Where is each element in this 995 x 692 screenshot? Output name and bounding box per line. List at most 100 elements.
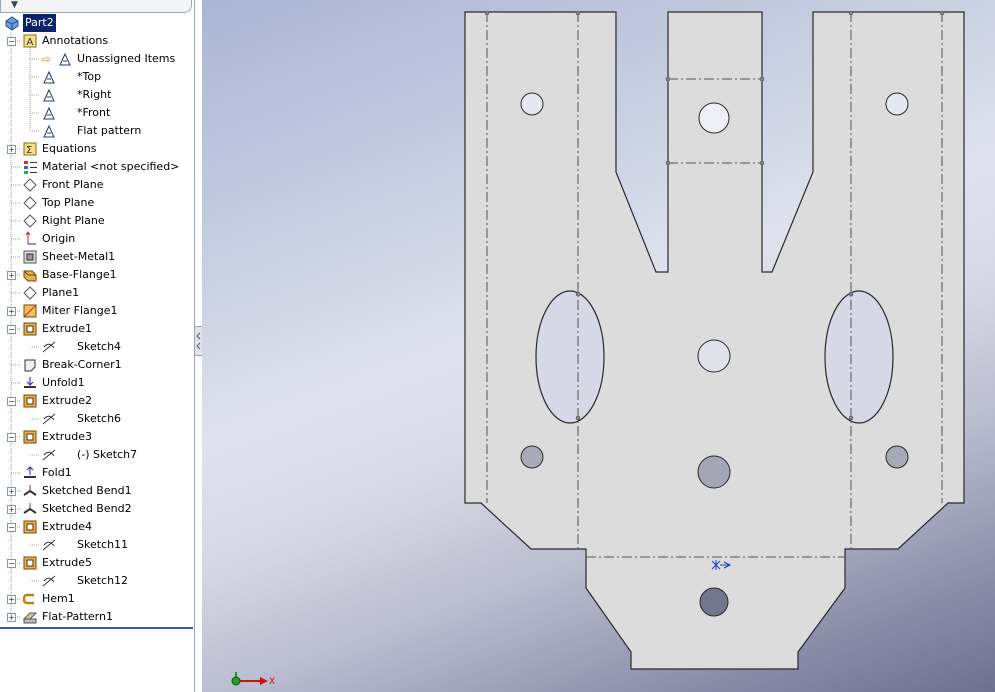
flat-pattern-icon [22,612,38,624]
tree-item-right-plane[interactable]: Right Plane [0,212,194,230]
fold-icon [24,466,36,478]
tree-item-origin[interactable]: Origin [0,230,194,248]
tree-item-label: Sketch12 [77,574,129,587]
tree-item-sketch6[interactable]: Sketch6 [0,410,194,428]
tree-item-hem1[interactable]: + Hem1 [0,590,194,608]
tree-item-extrude1[interactable]: − Extrude1 [0,320,194,338]
expand-icon[interactable]: + [7,595,16,604]
annotation-view-icon [59,52,71,66]
tree-item-sketch7[interactable]: (-) Sketch7 [0,446,194,464]
tree-item-front[interactable]: *Front [0,104,194,122]
expand-icon[interactable]: + [7,613,16,622]
tree-item-annotations[interactable]: − A Annotations [0,32,194,50]
extrude-icon [23,322,37,336]
tree-item-label: Flat pattern [77,124,142,137]
rollback-bar[interactable] [0,627,193,629]
svg-text:A: A [27,37,34,48]
tree-item-label: Origin [42,232,76,245]
tree-item-label: Flat-Pattern1 [42,610,113,623]
annotation-view-icon [43,70,55,84]
tree-item-fold1[interactable]: Fold1 [0,464,194,482]
break-corner-icon [24,359,36,372]
part-name-label: Part2 [23,14,56,32]
active-arrow-icon: ⇨ [41,52,52,66]
hem-icon [22,593,34,605]
plane-icon [23,214,37,228]
tree-item-label: Extrude4 [42,520,93,533]
tree-item-label: (-) Sketch7 [77,448,138,461]
graphics-area[interactable] [202,0,995,692]
tree-item-flat-pattern[interactable]: Flat pattern [0,122,194,140]
tree-item-extrude3[interactable]: − Extrude3 [0,428,194,446]
tree-item-miter-flange1[interactable]: + Miter Flange1 [0,302,194,320]
tree-item-extrude2[interactable]: − Extrude2 [0,392,194,410]
reference-triad: X [231,672,275,687]
tree-item-label: Fold1 [42,466,72,479]
sketch-icon [42,539,56,551]
tree-item-sketched-bend2[interactable]: + Sketched Bend2 [0,500,194,518]
flat-pattern-part[interactable] [202,0,995,692]
miter-flange-icon [23,304,37,318]
tree-item-label: Base-Flange1 [42,268,117,281]
expand-icon[interactable]: + [7,145,16,154]
tree-item-plane1[interactable]: Plane1 [0,284,194,302]
collapse-icon[interactable]: − [7,397,16,406]
tree-item-sketch12[interactable]: Sketch12 [0,572,194,590]
tree-item-label: Sketched Bend2 [42,502,132,515]
tree-item-extrude4[interactable]: − Extrude4 [0,518,194,536]
tree-item-front-plane[interactable]: Front Plane [0,176,194,194]
tree-item-label: Unfold1 [42,376,85,389]
tree-item-base-flange1[interactable]: + Base-Flange1 [0,266,194,284]
tree-item-label: Sketch6 [77,412,122,425]
tree-item-label: *Front [77,106,111,119]
tree-item-break-corner1[interactable]: Break-Corner1 [0,356,194,374]
collapse-icon[interactable]: − [7,523,16,532]
tree-item-label: Extrude2 [42,394,93,407]
sketch-icon [42,575,56,587]
tree-item-sketched-bend1[interactable]: + Sketched Bend1 [0,482,194,500]
annotation-view-icon [43,124,55,138]
tree-item-label: Annotations [42,34,109,47]
part-icon [5,16,19,31]
tree-item-material-not-specified[interactable]: Material <not specified> [0,158,194,176]
tree-item-label: Material <not specified> [42,160,180,173]
sketched-bend-icon [23,485,37,496]
collapse-icon[interactable]: − [7,433,16,442]
tree-item-extrude5[interactable]: − Extrude5 [0,554,194,572]
tree-item-label: Extrude1 [42,322,93,335]
tree-item-unfold1[interactable]: Unfold1 [0,374,194,392]
tree-item-label: Right Plane [42,214,105,227]
tree-item-right[interactable]: *Right [0,86,194,104]
expand-icon[interactable]: + [7,487,16,496]
tree-item-top-plane[interactable]: Top Plane [0,194,194,212]
expand-icon[interactable]: + [7,307,16,316]
tree-item-sketch11[interactable]: Sketch11 [0,536,194,554]
tree-item-label: Miter Flange1 [42,304,118,317]
collapse-icon[interactable]: − [7,559,16,568]
tree-item-unassigned-items[interactable]: ⇨ Unassigned Items [0,50,194,68]
collapse-icon[interactable]: − [7,37,16,46]
plane-icon [23,178,37,192]
tree-item-label: Front Plane [42,178,104,191]
tree-item-top[interactable]: *Top [0,68,194,86]
tree-item-label: *Top [77,70,102,83]
sketch-icon [42,449,56,461]
equations-icon: Σ [23,142,37,156]
tree-item-sheet-metal1[interactable]: Sheet-Metal1 [0,248,194,266]
tree-root-part[interactable]: Part2 [0,14,194,32]
collapse-icon[interactable]: − [7,325,16,334]
tree-item-flat-pattern1[interactable]: + Flat-Pattern1 [0,608,194,626]
tree-item-sketch4[interactable]: Sketch4 [0,338,194,356]
sheet-metal-icon [23,250,37,264]
annotations-icon: A [23,34,37,48]
tree-item-label: Break-Corner1 [42,358,122,371]
tree-item-equations[interactable]: + Σ Equations [0,140,194,158]
origin-icon [25,231,36,245]
base-flange-icon [23,270,37,282]
expand-icon[interactable]: + [7,271,16,280]
annotation-view-icon [43,106,55,120]
tree-item-label: Plane1 [42,286,80,299]
feature-manager-tree: ▼ Part2 − A Annotations ⇨ Unassigned Items *T… [0,0,195,692]
tree-item-label: Equations [42,142,97,155]
expand-icon[interactable]: + [7,505,16,514]
